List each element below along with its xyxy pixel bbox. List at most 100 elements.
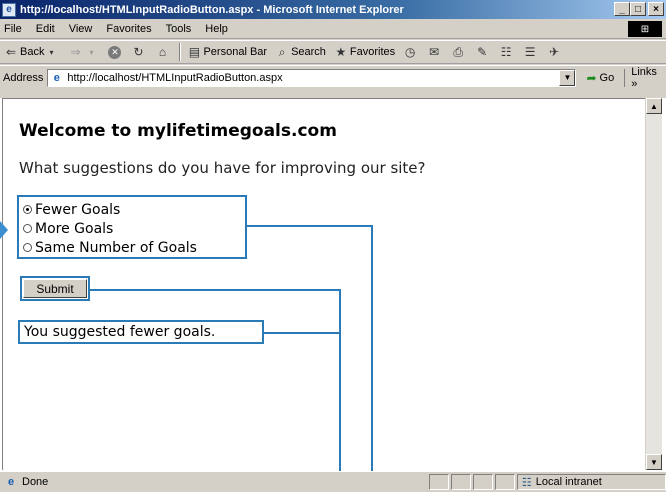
radio-button[interactable] [23,205,32,214]
messenger-icon: ☰ [524,45,536,59]
status-bar: e Done ☷ Local intranet [0,471,666,492]
search-icon: ⌕ [278,44,286,59]
menu-edit[interactable]: Edit [29,23,62,35]
related-button[interactable]: ✈ [547,45,563,59]
mail-icon: ✉ [429,45,440,59]
status-pane [473,474,494,490]
radio-option-same[interactable]: Same Number of Goals [23,238,241,257]
address-bar: Address e http://localhost/HTMLInputRadi… [0,65,666,90]
address-dropdown-icon[interactable]: ▼ [559,69,576,86]
links-button[interactable]: Links » [624,66,666,90]
stop-button[interactable]: ✕ [108,45,123,59]
question-text: What suggestions do you have for improvi… [19,159,426,177]
window-title: http://localhost/HTMLInputRadioButton.as… [20,3,404,16]
history-icon: ◷ [404,45,416,59]
window-controls: _ □ × [614,2,664,16]
history-button[interactable]: ◷ [403,45,419,59]
status-text-pane: e Done [0,475,427,489]
page-done-icon: e [7,476,15,488]
submit-highlight: Submit [20,276,90,301]
back-arrow-icon: ⇐ [5,45,17,59]
stop-icon: ✕ [108,45,122,59]
messenger-button[interactable]: ☰ [523,45,539,59]
favorites-icon: ★ [335,45,347,59]
status-pane [429,474,450,490]
intranet-icon: ☷ [521,476,532,489]
back-button[interactable]: ⇐ Back ▾ [4,45,60,59]
radio-option-more[interactable]: More Goals [23,219,241,238]
home-button[interactable]: ⌂ [155,45,171,59]
callout-line [247,225,372,227]
discuss-button[interactable]: ☷ [499,45,515,59]
go-button[interactable]: ➦ Go [586,71,614,85]
menu-help[interactable]: Help [198,23,235,35]
radio-option-fewer[interactable]: Fewer Goals [23,200,241,219]
favorites-button[interactable]: ★ Favorites [334,45,396,59]
radio-button[interactable] [23,243,32,252]
refresh-icon: ↻ [133,45,144,59]
menu-file[interactable]: File [0,23,29,35]
radio-label: Fewer Goals [35,201,121,218]
zone-label: Local intranet [535,476,602,488]
menu-favorites[interactable]: Favorites [99,23,158,35]
address-url: http://localhost/HTMLInputRadioButton.as… [67,71,283,84]
scroll-up-icon[interactable]: ▲ [646,98,662,114]
favorites-label: Favorites [349,46,396,58]
personal-bar-button[interactable]: ▤ Personal Bar [187,45,267,59]
radio-label: More Goals [35,220,114,237]
edit-button[interactable]: ✎ [475,45,491,59]
refresh-button[interactable]: ↻ [131,45,147,59]
page-heading: Welcome to mylifetimegoals.com [19,121,337,141]
close-button[interactable]: × [648,2,664,16]
callout-line [371,225,373,492]
status-pane [451,474,472,490]
related-icon: ✈ [549,45,560,59]
forward-button[interactable]: ⇒ ▾ [68,45,100,59]
minimize-button[interactable]: _ [614,2,630,16]
status-text: Done [22,476,49,488]
windows-logo-icon: ⊞ [628,21,662,37]
menu-tools[interactable]: Tools [159,23,199,35]
scroll-down-icon[interactable]: ▼ [646,454,662,470]
pointer-arrow-icon [0,221,8,239]
maximize-button[interactable]: □ [630,2,646,16]
forward-arrow-icon: ⇒ [70,45,81,59]
edit-icon: ✎ [477,45,488,59]
status-pane [495,474,515,490]
title-bar: e http://localhost/HTMLInputRadioButton.… [0,0,666,19]
submit-button[interactable]: Submit [23,279,87,298]
vertical-scrollbar[interactable]: ▲ ▼ [645,98,662,470]
page-icon: e [53,71,60,84]
page-content: Welcome to mylifetimegoals.com What sugg… [2,98,645,470]
discuss-icon: ☷ [500,45,512,59]
radio-button[interactable] [23,224,32,233]
search-button[interactable]: ⌕ Search [275,45,326,59]
toolbar-separator [179,43,182,61]
go-label: Go [599,71,615,84]
home-icon: ⌂ [158,45,167,59]
dropdown-icon: ▾ [89,47,94,57]
print-icon: ⎙ [453,44,463,59]
callout-line [264,332,340,334]
menu-bar: File Edit View Favorites Tools Help ⊞ [0,19,666,39]
personal-bar-icon: ▤ [188,45,201,59]
search-label: Search [291,46,326,58]
address-input[interactable]: e http://localhost/HTMLInputRadioButton.… [47,68,577,87]
dropdown-icon: ▾ [49,47,54,57]
radio-label: Same Number of Goals [35,239,197,256]
print-button[interactable]: ⎙ [451,45,467,59]
back-label: Back [20,46,45,58]
go-arrow-icon: ➦ [586,70,597,85]
ie-icon: e [2,2,16,17]
personal-bar-label: Personal Bar [203,46,268,58]
security-zone: ☷ Local intranet [516,474,666,490]
callout-line [339,289,341,492]
browser-chrome: File Edit View Favorites Tools Help ⊞ ⇐ … [0,19,666,98]
mail-button[interactable]: ✉ [427,45,443,59]
standard-toolbar: ⇐ Back ▾ ⇒ ▾ ✕ ↻ ⌂ ▤ Personal Bar ⌕ Sear… [0,40,666,64]
radio-group: Fewer Goals More Goals Same Number of Go… [17,195,247,259]
callout-line [90,289,340,291]
result-message: You suggested fewer goals. [18,320,264,344]
menu-view[interactable]: View [62,23,100,35]
address-label: Address [3,71,44,84]
